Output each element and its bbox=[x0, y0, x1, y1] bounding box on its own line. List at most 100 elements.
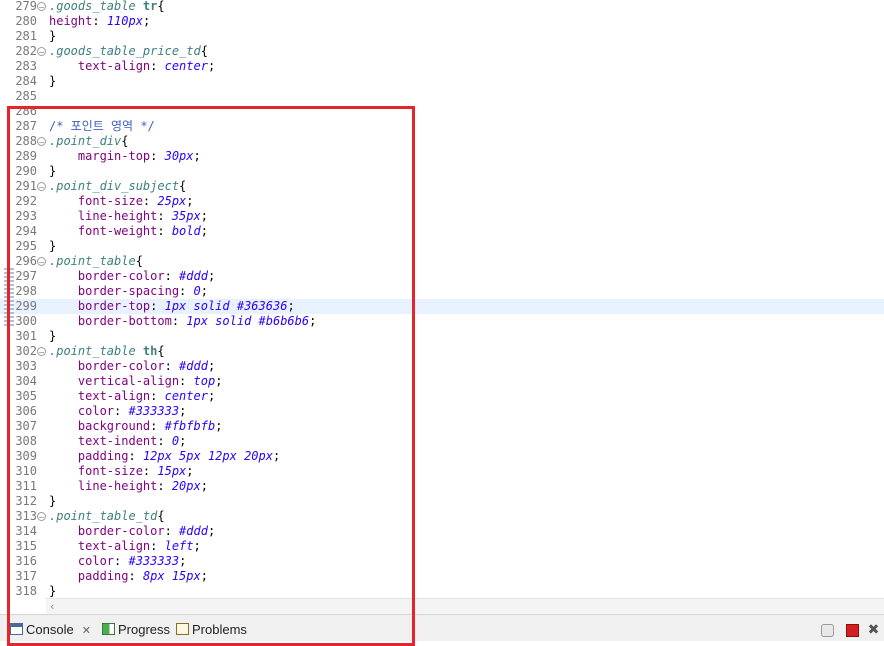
code-line[interactable]: 313− .point_table_td{ bbox=[0, 509, 884, 524]
code-token: } bbox=[49, 164, 57, 178]
code-line[interactable]: 314 border-color: #ddd; bbox=[0, 524, 884, 539]
code-text: text-indent: 0; bbox=[49, 434, 186, 449]
fold-minus-icon[interactable]: − bbox=[37, 347, 46, 357]
code-token: ; bbox=[287, 299, 295, 313]
code-line[interactable]: 296− .point_table{ bbox=[0, 254, 884, 269]
line-number: 293 bbox=[15, 209, 37, 223]
code-token: th bbox=[142, 344, 158, 358]
fold-minus-icon[interactable]: − bbox=[37, 182, 46, 192]
code-line[interactable]: 284} bbox=[0, 74, 884, 89]
close-icon[interactable]: ✕ bbox=[82, 622, 91, 640]
code-line[interactable]: 297 border-color: #ddd; bbox=[0, 269, 884, 284]
code-token: ; bbox=[142, 14, 151, 28]
code-line[interactable]: 286 bbox=[0, 104, 884, 119]
code-line[interactable]: 289 margin-top: 30px; bbox=[0, 149, 884, 164]
code-line[interactable]: 295} bbox=[0, 239, 884, 254]
code-line[interactable]: 308 text-indent: 0; bbox=[0, 434, 884, 449]
fold-minus-icon[interactable]: − bbox=[37, 137, 46, 147]
code-token: font-size bbox=[49, 194, 143, 208]
code-line[interactable]: 304 vertical-align: top; bbox=[0, 374, 884, 389]
code-token: ; bbox=[200, 284, 208, 298]
scroll-left-arrow-icon[interactable]: ‹ bbox=[50, 600, 54, 613]
code-line[interactable]: 281} bbox=[0, 29, 884, 44]
code-line[interactable]: 293 line-height: 35px; bbox=[0, 209, 884, 224]
code-line[interactable]: 310 font-size: 15px; bbox=[0, 464, 884, 479]
code-line[interactable]: 280 height: 110px; bbox=[0, 14, 884, 29]
code-line[interactable]: 283 text-align: center; bbox=[0, 59, 884, 74]
code-line[interactable]: 312} bbox=[0, 494, 884, 509]
code-text: border-color: #ddd; bbox=[49, 269, 215, 284]
code-token: center bbox=[164, 59, 208, 73]
terminate-icon[interactable] bbox=[846, 624, 859, 637]
bottom-panel-tabs: Console ✕ Progress Problems ✖ bbox=[0, 614, 884, 641]
code-line[interactable]: 282− .goods_table_price_td{ bbox=[0, 44, 884, 59]
code-line[interactable]: 291− .point_div_subject{ bbox=[0, 179, 884, 194]
code-text: .point_div_subject{ bbox=[49, 179, 186, 194]
code-token: } bbox=[49, 494, 57, 508]
code-line[interactable]: 294 font-weight: bold; bbox=[0, 224, 884, 239]
code-line[interactable]: 285 bbox=[0, 89, 884, 104]
code-line[interactable]: 311 line-height: 20px; bbox=[0, 479, 884, 494]
code-token: 0 bbox=[193, 284, 201, 298]
code-line[interactable]: 288− .point_div{ bbox=[0, 134, 884, 149]
code-token: : bbox=[179, 374, 194, 388]
tab-console-label: Console bbox=[26, 622, 74, 637]
horizontal-scrollbar[interactable]: ‹ bbox=[46, 598, 884, 614]
code-line[interactable]: 316 color: #333333; bbox=[0, 554, 884, 569]
tab-progress[interactable]: Progress bbox=[102, 621, 170, 639]
code-token: ; bbox=[215, 374, 223, 388]
code-line[interactable]: 292 font-size: 25px; bbox=[0, 194, 884, 209]
code-line[interactable]: 279− .goods_table tr{ bbox=[0, 0, 884, 14]
code-line[interactable]: 287 /* 포인트 영역 */ bbox=[0, 119, 884, 134]
code-text: } bbox=[49, 164, 56, 179]
fold-minus-icon[interactable]: − bbox=[37, 512, 46, 522]
tab-problems[interactable]: Problems bbox=[176, 621, 247, 639]
code-line[interactable]: 317 padding: 8px 15px; bbox=[0, 569, 884, 584]
code-token: : bbox=[171, 314, 187, 328]
code-text: background: #fbfbfb; bbox=[49, 419, 223, 434]
code-text: .point_table th{ bbox=[49, 344, 165, 359]
line-number: 313 bbox=[15, 509, 37, 523]
fold-minus-icon[interactable]: − bbox=[37, 47, 46, 57]
code-line[interactable]: 305 text-align: center; bbox=[0, 389, 884, 404]
code-token: #333333 bbox=[128, 404, 180, 418]
code-line[interactable]: 303 border-color: #ddd; bbox=[0, 359, 884, 374]
code-token: ; bbox=[215, 419, 223, 433]
code-line[interactable]: 318} bbox=[0, 584, 884, 598]
fold-minus-icon[interactable]: − bbox=[37, 2, 46, 12]
code-line[interactable]: 299 border-top: 1px solid #363636; bbox=[0, 299, 884, 314]
code-line[interactable]: 306 color: #333333; bbox=[0, 404, 884, 419]
code-token: .goods_table bbox=[49, 0, 143, 13]
tab-console[interactable]: Console ✕ bbox=[10, 621, 91, 639]
code-token: vertical-align bbox=[49, 374, 180, 388]
code-line[interactable]: 300 border-bottom: 1px solid #b6b6b6; bbox=[0, 314, 884, 329]
code-line[interactable]: 309 padding: 12px 5px 12px 20px; bbox=[0, 449, 884, 464]
code-token: : bbox=[142, 464, 158, 478]
line-number: 290 bbox=[15, 164, 37, 178]
code-text: padding: 12px 5px 12px 20px; bbox=[49, 449, 280, 464]
code-line[interactable]: 290} bbox=[0, 164, 884, 179]
line-number: 287 bbox=[15, 119, 37, 133]
code-text: text-align: left; bbox=[49, 539, 201, 554]
code-token: ; bbox=[179, 434, 187, 448]
code-token: 8px 15px bbox=[142, 569, 201, 583]
code-line[interactable]: 301} bbox=[0, 329, 884, 344]
code-line[interactable]: 307 background: #fbfbfb; bbox=[0, 419, 884, 434]
sync-icon[interactable] bbox=[821, 624, 834, 637]
code-token: ; bbox=[186, 464, 194, 478]
code-token: bold bbox=[171, 224, 201, 238]
code-token: 35px bbox=[171, 209, 201, 223]
fold-minus-icon[interactable]: − bbox=[37, 257, 46, 267]
code-line[interactable]: 298 border-spacing: 0; bbox=[0, 284, 884, 299]
code-line[interactable]: 315 text-align: left; bbox=[0, 539, 884, 554]
line-number: 286 bbox=[15, 104, 37, 118]
code-line[interactable]: 302− .point_table th{ bbox=[0, 344, 884, 359]
code-token: background bbox=[49, 419, 151, 433]
code-token: text-align bbox=[49, 389, 151, 403]
remove-all-icon[interactable]: ✖ bbox=[867, 623, 880, 637]
css-editor[interactable]: 279− .goods_table tr{280 height: 110px; 281… bbox=[0, 0, 884, 598]
code-text: } bbox=[49, 29, 56, 44]
code-text: } bbox=[49, 239, 56, 254]
line-number: 317 bbox=[15, 569, 37, 583]
code-token: top bbox=[193, 374, 216, 388]
